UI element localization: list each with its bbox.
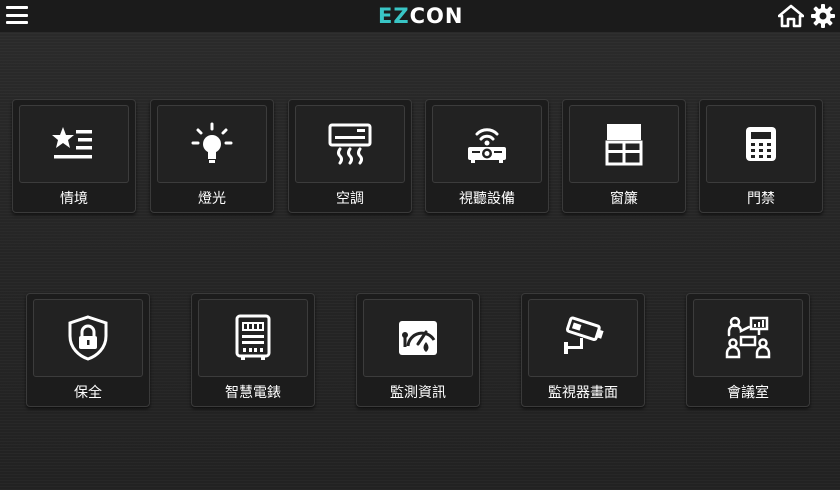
tile-label: 智慧電錶 xyxy=(225,385,281,401)
tile-label: 監測資訊 xyxy=(390,385,446,401)
gear-icon[interactable] xyxy=(810,3,836,29)
curtain-icon xyxy=(569,105,679,183)
tile-label: 燈光 xyxy=(198,191,226,207)
tile-label: 保全 xyxy=(74,385,102,401)
tile-scene[interactable]: 情境 xyxy=(12,99,136,213)
meeting-room-icon xyxy=(693,299,803,377)
tile-av-equipment[interactable]: 視聽設備 xyxy=(425,99,549,213)
background xyxy=(0,0,840,490)
tile-cctv[interactable]: 監視器畫面 xyxy=(521,293,645,407)
tile-label: 窗簾 xyxy=(610,191,638,207)
tile-label: 門禁 xyxy=(747,191,775,207)
logo-ez: EZ xyxy=(378,4,410,28)
scene-icon xyxy=(19,105,129,183)
tile-lighting[interactable]: 燈光 xyxy=(150,99,274,213)
tile-meeting-room[interactable]: 會議室 xyxy=(686,293,810,407)
light-bulb-icon xyxy=(157,105,267,183)
shield-lock-icon xyxy=(33,299,143,377)
tile-label: 會議室 xyxy=(727,385,769,401)
projector-icon xyxy=(432,105,542,183)
tile-smart-meter[interactable]: 智慧電錶 xyxy=(191,293,315,407)
electric-meter-icon xyxy=(198,299,308,377)
app-logo: EZCON xyxy=(378,4,463,28)
tile-security[interactable]: 保全 xyxy=(26,293,150,407)
logo-con: CON xyxy=(409,4,464,28)
tile-label: 情境 xyxy=(60,191,88,207)
gauge-icon xyxy=(363,299,473,377)
tile-label: 監視器畫面 xyxy=(548,385,618,401)
tile-label: 空調 xyxy=(336,191,364,207)
tile-air-conditioning[interactable]: 空調 xyxy=(288,99,412,213)
keypad-icon xyxy=(706,105,816,183)
tile-monitoring-info[interactable]: 監測資訊 xyxy=(356,293,480,407)
tile-curtain[interactable]: 窗簾 xyxy=(562,99,686,213)
hamburger-icon[interactable] xyxy=(6,6,28,24)
cctv-camera-icon xyxy=(528,299,638,377)
tile-label: 視聽設備 xyxy=(459,191,515,207)
top-bar: EZCON xyxy=(0,0,840,32)
home-icon[interactable] xyxy=(778,4,804,28)
air-conditioner-icon xyxy=(295,105,405,183)
tile-access-control[interactable]: 門禁 xyxy=(699,99,823,213)
